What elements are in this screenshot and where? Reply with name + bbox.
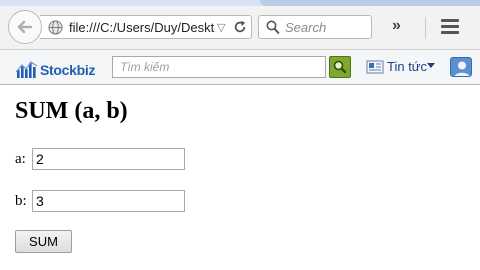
url-bar[interactable]: file:///C:/Users/Duy/Desktop/sum.html ▽: [40, 15, 252, 39]
search-bar[interactable]: Search: [258, 15, 372, 39]
news-menu-label[interactable]: Tin tức: [387, 59, 427, 75]
field-b-label: b:: [15, 193, 27, 209]
sum-button[interactable]: SUM: [15, 230, 72, 253]
field-a-label: a:: [15, 151, 26, 167]
toolbar-search-placeholder: Tìm kiếm: [120, 60, 170, 74]
overflow-icon[interactable]: »: [392, 16, 401, 36]
stockbiz-logo[interactable]: Stockbiz: [16, 58, 95, 78]
field-a-input[interactable]: [32, 148, 185, 170]
page-title: SUM (a, b): [15, 98, 128, 124]
search-icon: [266, 20, 280, 40]
field-b-input[interactable]: [32, 190, 185, 212]
back-button[interactable]: [8, 10, 42, 44]
navigation-bar: file:///C:/Users/Duy/Desktop/sum.html ▽ …: [0, 6, 480, 50]
stockbiz-toolbar: Stockbiz Tìm kiếm Tin tức: [0, 50, 480, 85]
logo-text: Stockbiz: [40, 62, 96, 78]
toolbar-search-input[interactable]: Tìm kiếm: [112, 56, 326, 78]
news-icon[interactable]: [366, 59, 384, 75]
toolbar-search-button[interactable]: [329, 56, 351, 78]
page-content: SUM (a, b) a: b: SUM: [0, 86, 480, 270]
globe-icon: [48, 20, 63, 40]
toolbar-separator: [425, 17, 426, 39]
stockbiz-logo-icon: [16, 61, 38, 78]
search-placeholder: Search: [285, 20, 327, 35]
back-arrow-icon: [17, 20, 33, 34]
menu-icon[interactable]: [441, 19, 459, 37]
user-icon[interactable]: [450, 57, 472, 77]
chevron-down-icon[interactable]: [427, 63, 435, 68]
dropdown-icon[interactable]: ▽: [217, 20, 225, 36]
reload-icon[interactable]: [233, 20, 247, 39]
magnifier-icon: [333, 60, 347, 74]
url-text[interactable]: file:///C:/Users/Duy/Desktop/sum.html: [69, 19, 215, 37]
